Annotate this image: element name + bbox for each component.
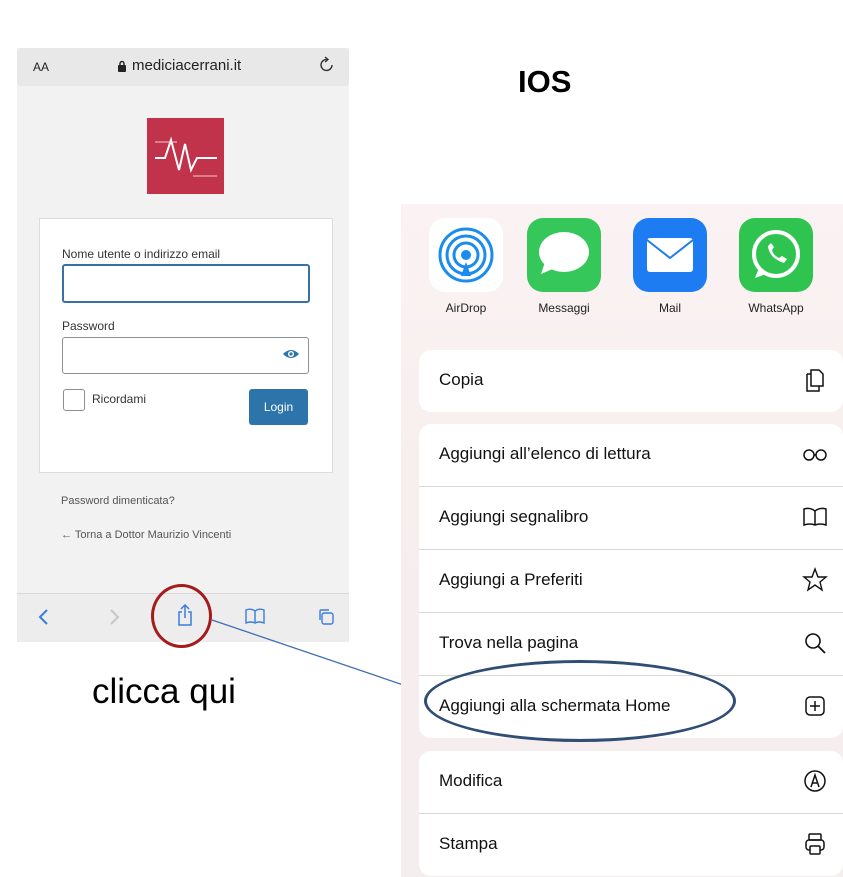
bookmark-icon [801, 503, 829, 531]
star-icon [801, 566, 829, 594]
airdrop-icon[interactable] [429, 218, 503, 292]
mail-label: Mail [658, 301, 681, 315]
action-add-bookmark-label: Aggiungi segnalibro [439, 507, 589, 526]
action-reading-list-label: Aggiungi all’elenco di lettura [439, 444, 651, 463]
airdrop-label: AirDrop [445, 301, 487, 315]
action-add-favorites[interactable]: Aggiungi a Preferiti [419, 549, 843, 612]
action-print-label: Stampa [439, 834, 498, 853]
action-print[interactable]: Stampa [419, 813, 843, 876]
whatsapp-icon[interactable] [739, 218, 813, 292]
action-markup[interactable]: Modifica [419, 751, 843, 813]
action-add-bookmark[interactable]: Aggiungi segnalibro [419, 486, 843, 549]
action-copy[interactable]: Copia [419, 350, 843, 412]
whatsapp-label: WhatsApp [748, 301, 804, 315]
action-find-in-page-label: Trova nella pagina [439, 633, 579, 652]
action-markup-label: Modifica [439, 771, 503, 790]
markup-icon [801, 767, 829, 795]
print-icon [801, 830, 829, 858]
search-icon [801, 629, 829, 657]
messages-icon[interactable] [527, 218, 601, 292]
action-group-more: Modifica Stampa [419, 751, 843, 876]
messages-label: Messaggi [538, 301, 590, 315]
share-sheet: AirDrop Messaggi Mail WhatsApp Copia Agg… [401, 204, 843, 877]
action-add-favorites-label: Aggiungi a Preferiti [439, 570, 583, 589]
action-reading-list[interactable]: Aggiungi all’elenco di lettura [419, 424, 843, 486]
action-copy-label: Copia [439, 370, 484, 389]
reading-list-icon [801, 440, 829, 468]
copy-icon [801, 366, 829, 394]
mail-icon[interactable] [633, 218, 707, 292]
action-group-copy: Copia [419, 350, 843, 412]
add-square-icon [801, 692, 829, 720]
add-to-home-highlight [424, 660, 736, 742]
